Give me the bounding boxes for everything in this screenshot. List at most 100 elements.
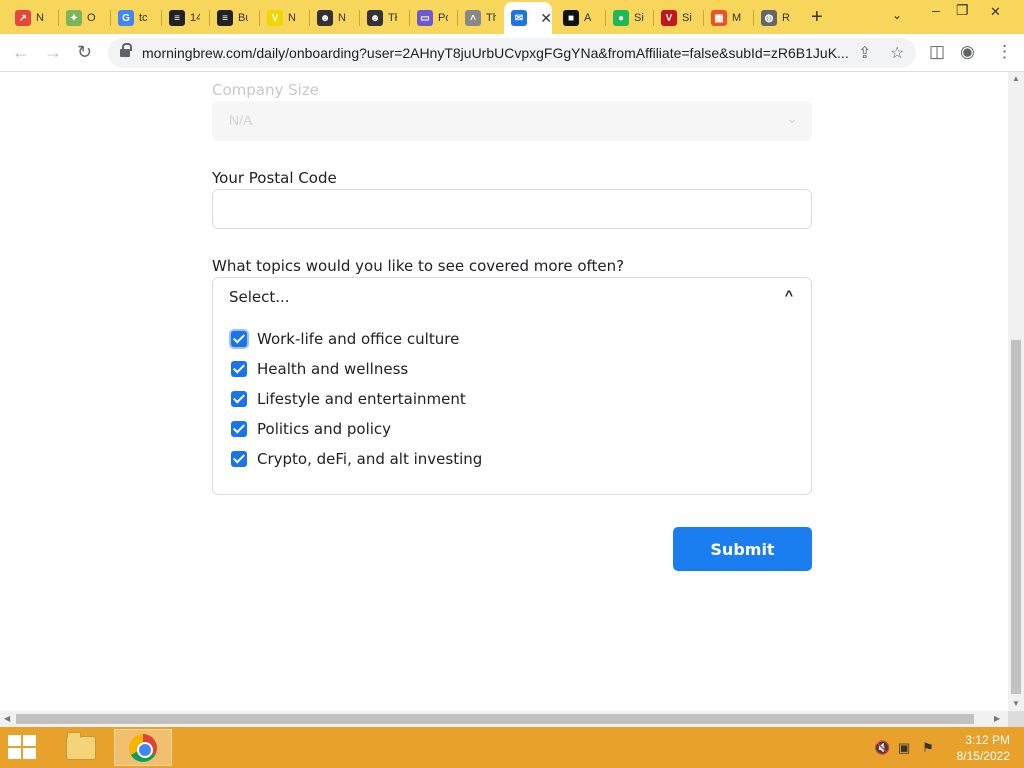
browser-tab[interactable]: ◍ R: [754, 5, 792, 31]
topic-label: Politics and policy: [257, 420, 392, 438]
topic-label: Health and wellness: [257, 360, 409, 378]
topic-checkbox[interactable]: [231, 361, 247, 377]
browser-tab[interactable]: ▭ Po: [410, 5, 448, 31]
tab-separator: [110, 10, 111, 26]
system-clock[interactable]: 3:12 PM 8/15/2022: [948, 732, 1010, 764]
vertical-scrollbar[interactable]: ▲ ▼: [1008, 72, 1024, 711]
folder-icon: [66, 731, 96, 760]
bookmark-star-icon[interactable]: ☆: [890, 43, 904, 63]
tab-separator: [605, 10, 606, 26]
brand-icon: ▭: [417, 10, 433, 26]
browser-tab[interactable]: V Si: [654, 5, 692, 31]
action-center-flag-icon[interactable]: ⚑: [922, 740, 934, 756]
address-bar[interactable]: morningbrew.com/daily/onboarding?user=2A…: [108, 38, 916, 68]
browser-tab[interactable]: ● Si: [606, 5, 644, 31]
browser-tab[interactable]: ☻ N: [310, 5, 348, 31]
chrome-taskbar-button[interactable]: [114, 729, 172, 766]
browser-tab[interactable]: ✦ O: [59, 5, 97, 31]
windows-start-icon[interactable]: [8, 735, 38, 759]
browser-tab[interactable]: ▦ M: [704, 5, 742, 31]
spotify-icon: ●: [613, 10, 629, 26]
chevron-down-icon: ⌄: [786, 110, 798, 126]
topic-option[interactable]: Work-life and office culture: [231, 328, 459, 350]
tab-search-chevron-icon[interactable]: ⌄: [892, 8, 902, 22]
browser-tab[interactable]: ˄ Th: [458, 5, 496, 31]
tab-title: M: [732, 12, 742, 24]
scroll-down-arrow-icon[interactable]: ▼: [1012, 699, 1020, 708]
browser-tab[interactable]: Gtc: [111, 5, 149, 31]
leaf-icon: ✦: [66, 10, 82, 26]
tab-title: Si: [634, 12, 644, 24]
topics-multiselect[interactable]: Select... ^ Work-life and office culture…: [212, 277, 812, 495]
company-size-select[interactable]: N/A ⌄: [212, 101, 812, 141]
menu-kebab-icon[interactable]: ⋮: [996, 42, 1013, 62]
submit-button[interactable]: Submit: [673, 527, 812, 571]
horizontal-scrollbar[interactable]: ◀ ▶: [0, 711, 1008, 727]
topic-checkbox[interactable]: [231, 451, 247, 467]
mascot-icon: ☻: [367, 10, 383, 26]
topic-option[interactable]: Lifestyle and entertainment: [231, 388, 466, 410]
network-icon[interactable]: ▣: [898, 740, 910, 756]
restore-button[interactable]: ❐: [956, 2, 969, 19]
browser-tab[interactable]: ≡ Bu: [210, 5, 248, 31]
tab-separator: [653, 10, 654, 26]
scroll-left-arrow-icon[interactable]: ◀: [4, 714, 10, 723]
topic-label: Work-life and office culture: [257, 330, 460, 348]
chevron-up-icon[interactable]: ^: [785, 287, 793, 303]
tab-title: Tł: [388, 12, 398, 24]
share-icon[interactable]: ⇪: [858, 43, 871, 63]
postal-code-input[interactable]: [212, 189, 812, 229]
tab-separator: [259, 10, 260, 26]
browser-tab[interactable]: ↗ N: [8, 5, 46, 31]
volume-muted-icon[interactable]: 🔇: [874, 740, 890, 756]
close-tab-icon[interactable]: ✕: [540, 10, 552, 27]
tab-separator: [161, 10, 162, 26]
browser-tab[interactable]: ✉ ✕: [504, 2, 552, 34]
horizontal-scroll-thumb[interactable]: [16, 714, 974, 724]
v-icon: V: [267, 10, 283, 26]
topic-option[interactable]: Crypto, deFi, and alt investing: [231, 448, 482, 470]
mascot-icon: ☻: [317, 10, 333, 26]
google-icon: G: [118, 10, 134, 26]
topics-select-placeholder: Select...: [229, 288, 290, 306]
globe-icon: ◍: [761, 10, 777, 26]
lock-icon: [120, 43, 132, 58]
tab-separator: [209, 10, 210, 26]
tab-strip: ↗N✦OGtc≡14≡BuVN☻N☻Tł▭Po˄Th✉✕■A●SiVSi▦M◍R…: [0, 0, 1024, 34]
scrollbar-corner: [1008, 711, 1024, 727]
file-explorer-taskbar-button[interactable]: [52, 729, 110, 766]
browser-tab[interactable]: ≡ 14: [162, 5, 200, 31]
topic-label: Lifestyle and entertainment: [257, 390, 466, 408]
url-text[interactable]: morningbrew.com/daily/onboarding?user=2A…: [142, 45, 854, 61]
tab-title: Po: [438, 12, 448, 24]
tab-title: R: [782, 12, 790, 24]
scroll-up-arrow-icon[interactable]: ▲: [1012, 74, 1020, 83]
topic-checkbox[interactable]: [231, 421, 247, 437]
topic-checkbox[interactable]: [231, 391, 247, 407]
postal-code-label: Your Postal Code: [212, 169, 337, 187]
back-button[interactable]: ←: [12, 42, 30, 63]
tab-title: Si: [682, 12, 692, 24]
windows-taskbar: 🔇 ▣ ⚑ 3:12 PM 8/15/2022: [0, 727, 1024, 768]
reload-button[interactable]: ↻: [77, 42, 92, 63]
v-icon: V: [661, 10, 677, 26]
new-tab-button[interactable]: +: [811, 6, 823, 29]
tab-title: Bu: [238, 12, 248, 24]
forward-button[interactable]: →: [44, 42, 62, 63]
scroll-right-arrow-icon[interactable]: ▶: [994, 714, 1000, 723]
minimize-button[interactable]: –: [932, 2, 940, 18]
browser-tab[interactable]: VN: [260, 5, 298, 31]
browser-tab[interactable]: ■ A: [556, 5, 594, 31]
microsoft-icon: ▦: [711, 10, 727, 26]
topic-checkbox[interactable]: [231, 331, 247, 347]
side-panel-icon[interactable]: ◫: [929, 42, 945, 62]
profile-avatar-icon[interactable]: ◉: [960, 42, 975, 62]
topic-option[interactable]: Politics and policy: [231, 418, 391, 440]
tab-title: A: [584, 12, 592, 24]
topic-option[interactable]: Health and wellness: [231, 358, 408, 380]
close-window-button[interactable]: ✕: [990, 4, 1001, 20]
tab-separator: [309, 10, 310, 26]
tab-title: O: [87, 12, 96, 24]
browser-tab[interactable]: ☻ Tł: [360, 5, 398, 31]
vertical-scroll-thumb[interactable]: [1011, 340, 1021, 694]
